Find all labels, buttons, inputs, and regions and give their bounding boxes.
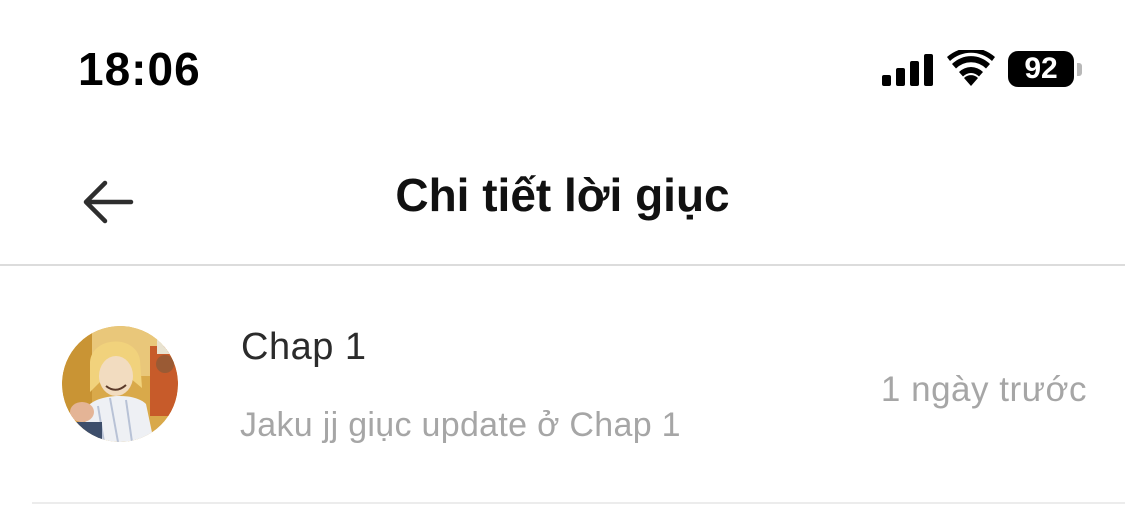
signal-icon [882, 54, 933, 86]
item-message: Jaku jj giục update ở Chap 1 [240, 406, 681, 444]
avatar [62, 326, 178, 442]
item-title: Chap 1 [241, 326, 367, 368]
battery-icon: 92 [1008, 51, 1084, 87]
status-bar: 18:06 92 [0, 0, 1125, 130]
wifi-icon [947, 50, 995, 86]
screen: 18:06 92 Chi tiết lời giục Chap 1 Jaku j… [0, 0, 1125, 519]
status-time: 18:06 [78, 43, 201, 95]
notification-item[interactable]: Chap 1 Jaku jj giục update ở Chap 1 1 ng… [32, 266, 1125, 504]
battery-cap [1077, 63, 1082, 76]
page-title: Chi tiết lời giục [395, 169, 730, 221]
battery-level: 92 [1008, 51, 1074, 87]
item-timestamp: 1 ngày trước [880, 370, 1087, 409]
nav-header: Chi tiết lời giục [0, 140, 1125, 266]
manga-character-avatar [62, 326, 178, 442]
